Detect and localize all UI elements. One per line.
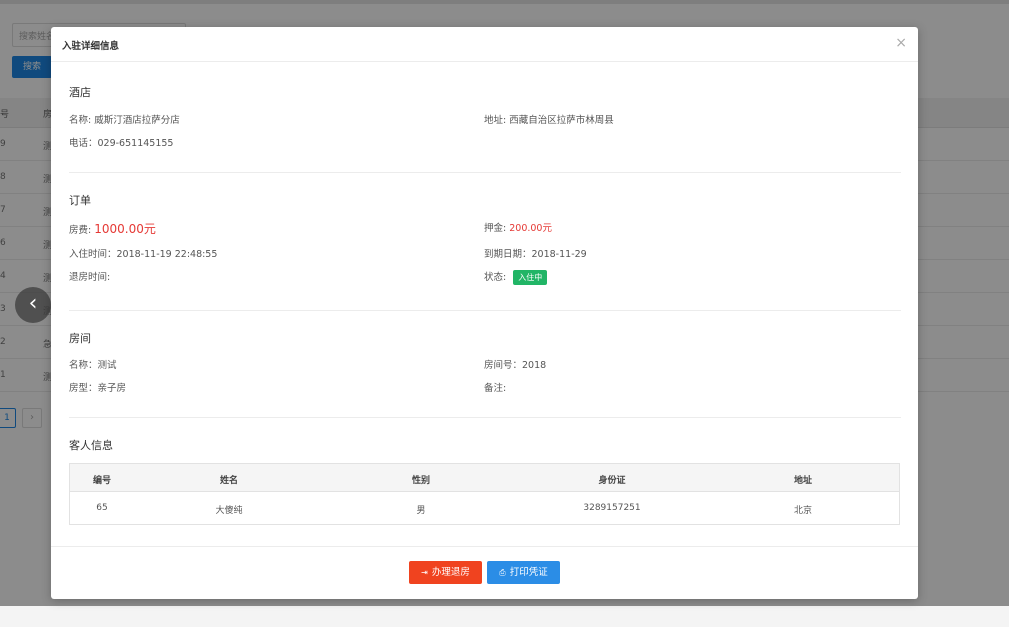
deposit-label: 押金: — [484, 223, 507, 234]
room-number: 房间号：2018 — [484, 360, 547, 371]
checkout-button[interactable]: ⇥ 办理退房 — [409, 561, 482, 584]
section-title-hotel: 酒店 — [69, 86, 91, 99]
hotel-name: 名称: 威斯汀酒店拉萨分店 — [69, 115, 180, 126]
divider — [69, 310, 901, 311]
section-title-order: 订单 — [69, 194, 91, 207]
room-type: 房型：亲子房 — [69, 383, 127, 394]
expire-date: 到期日期：2018-11-29 — [484, 249, 587, 260]
print-icon: ⎙ — [499, 568, 506, 577]
status-label: 状态: — [484, 272, 507, 283]
column-header-gender: 性别 — [411, 476, 431, 486]
guest-number: 65 — [96, 503, 108, 513]
guest-table: 编号 姓名 性别 身份证 地址 65 大傻纯 男 3289157251 北京 — [69, 463, 900, 525]
checkin-time: 入住时间：2018-11-19 22:48:55 — [69, 249, 218, 260]
room-fee-value: 1000.00元 — [94, 222, 156, 236]
checkout-button-label: 办理退房 — [431, 567, 470, 578]
hotel-phone: 电话：029-651145155 — [69, 138, 174, 149]
deposit-value: 200.00元 — [509, 223, 552, 234]
modal-title: 入驻详细信息 — [62, 41, 120, 52]
room-fee-label: 房费: — [69, 225, 92, 236]
guest-address: 北京 — [793, 506, 813, 516]
section-title-room: 房间 — [69, 332, 91, 345]
column-header-name: 姓名 — [219, 476, 239, 486]
room-remark: 备注: — [484, 383, 507, 394]
divider — [69, 172, 901, 173]
print-button-label: 打印凭证 — [509, 567, 548, 578]
print-receipt-button[interactable]: ⎙ 打印凭证 — [487, 561, 560, 584]
modal-header: 入驻详细信息 × — [51, 27, 918, 62]
hotel-address: 地址: 西藏自治区拉萨市林周县 — [484, 115, 614, 126]
status-badge: 入住中 — [513, 270, 548, 285]
guest-table-header: 编号 姓名 性别 身份证 地址 — [70, 464, 899, 492]
checkin-detail-modal: 入驻详细信息 × 酒店 名称: 威斯汀酒店拉萨分店 地址: 西藏自治区拉萨市林周… — [51, 27, 918, 599]
guest-gender: 男 — [416, 506, 426, 516]
chevron-left-icon: ‹ — [28, 291, 38, 316]
section-title-guests: 客人信息 — [69, 439, 113, 452]
carousel-prev-button[interactable]: ‹ — [15, 287, 51, 323]
deposit: 押金: 200.00元 — [484, 220, 552, 234]
room-fee: 房费: 1000.00元 — [69, 220, 156, 237]
exit-icon: ⇥ — [421, 568, 428, 577]
column-header-address: 地址 — [793, 476, 813, 486]
guest-id-card: 3289157251 — [583, 503, 641, 513]
modal-footer-divider — [51, 546, 918, 547]
column-header-id-card: 身份证 — [598, 476, 626, 486]
checkout-time: 退房时间: — [69, 272, 111, 283]
divider — [69, 417, 901, 418]
close-icon[interactable]: × — [895, 35, 907, 51]
column-header-number: 编号 — [92, 476, 112, 486]
order-status: 状态: 入住中 — [484, 269, 548, 285]
guest-name: 大傻纯 — [215, 506, 243, 516]
room-name: 名称：测试 — [69, 360, 117, 371]
